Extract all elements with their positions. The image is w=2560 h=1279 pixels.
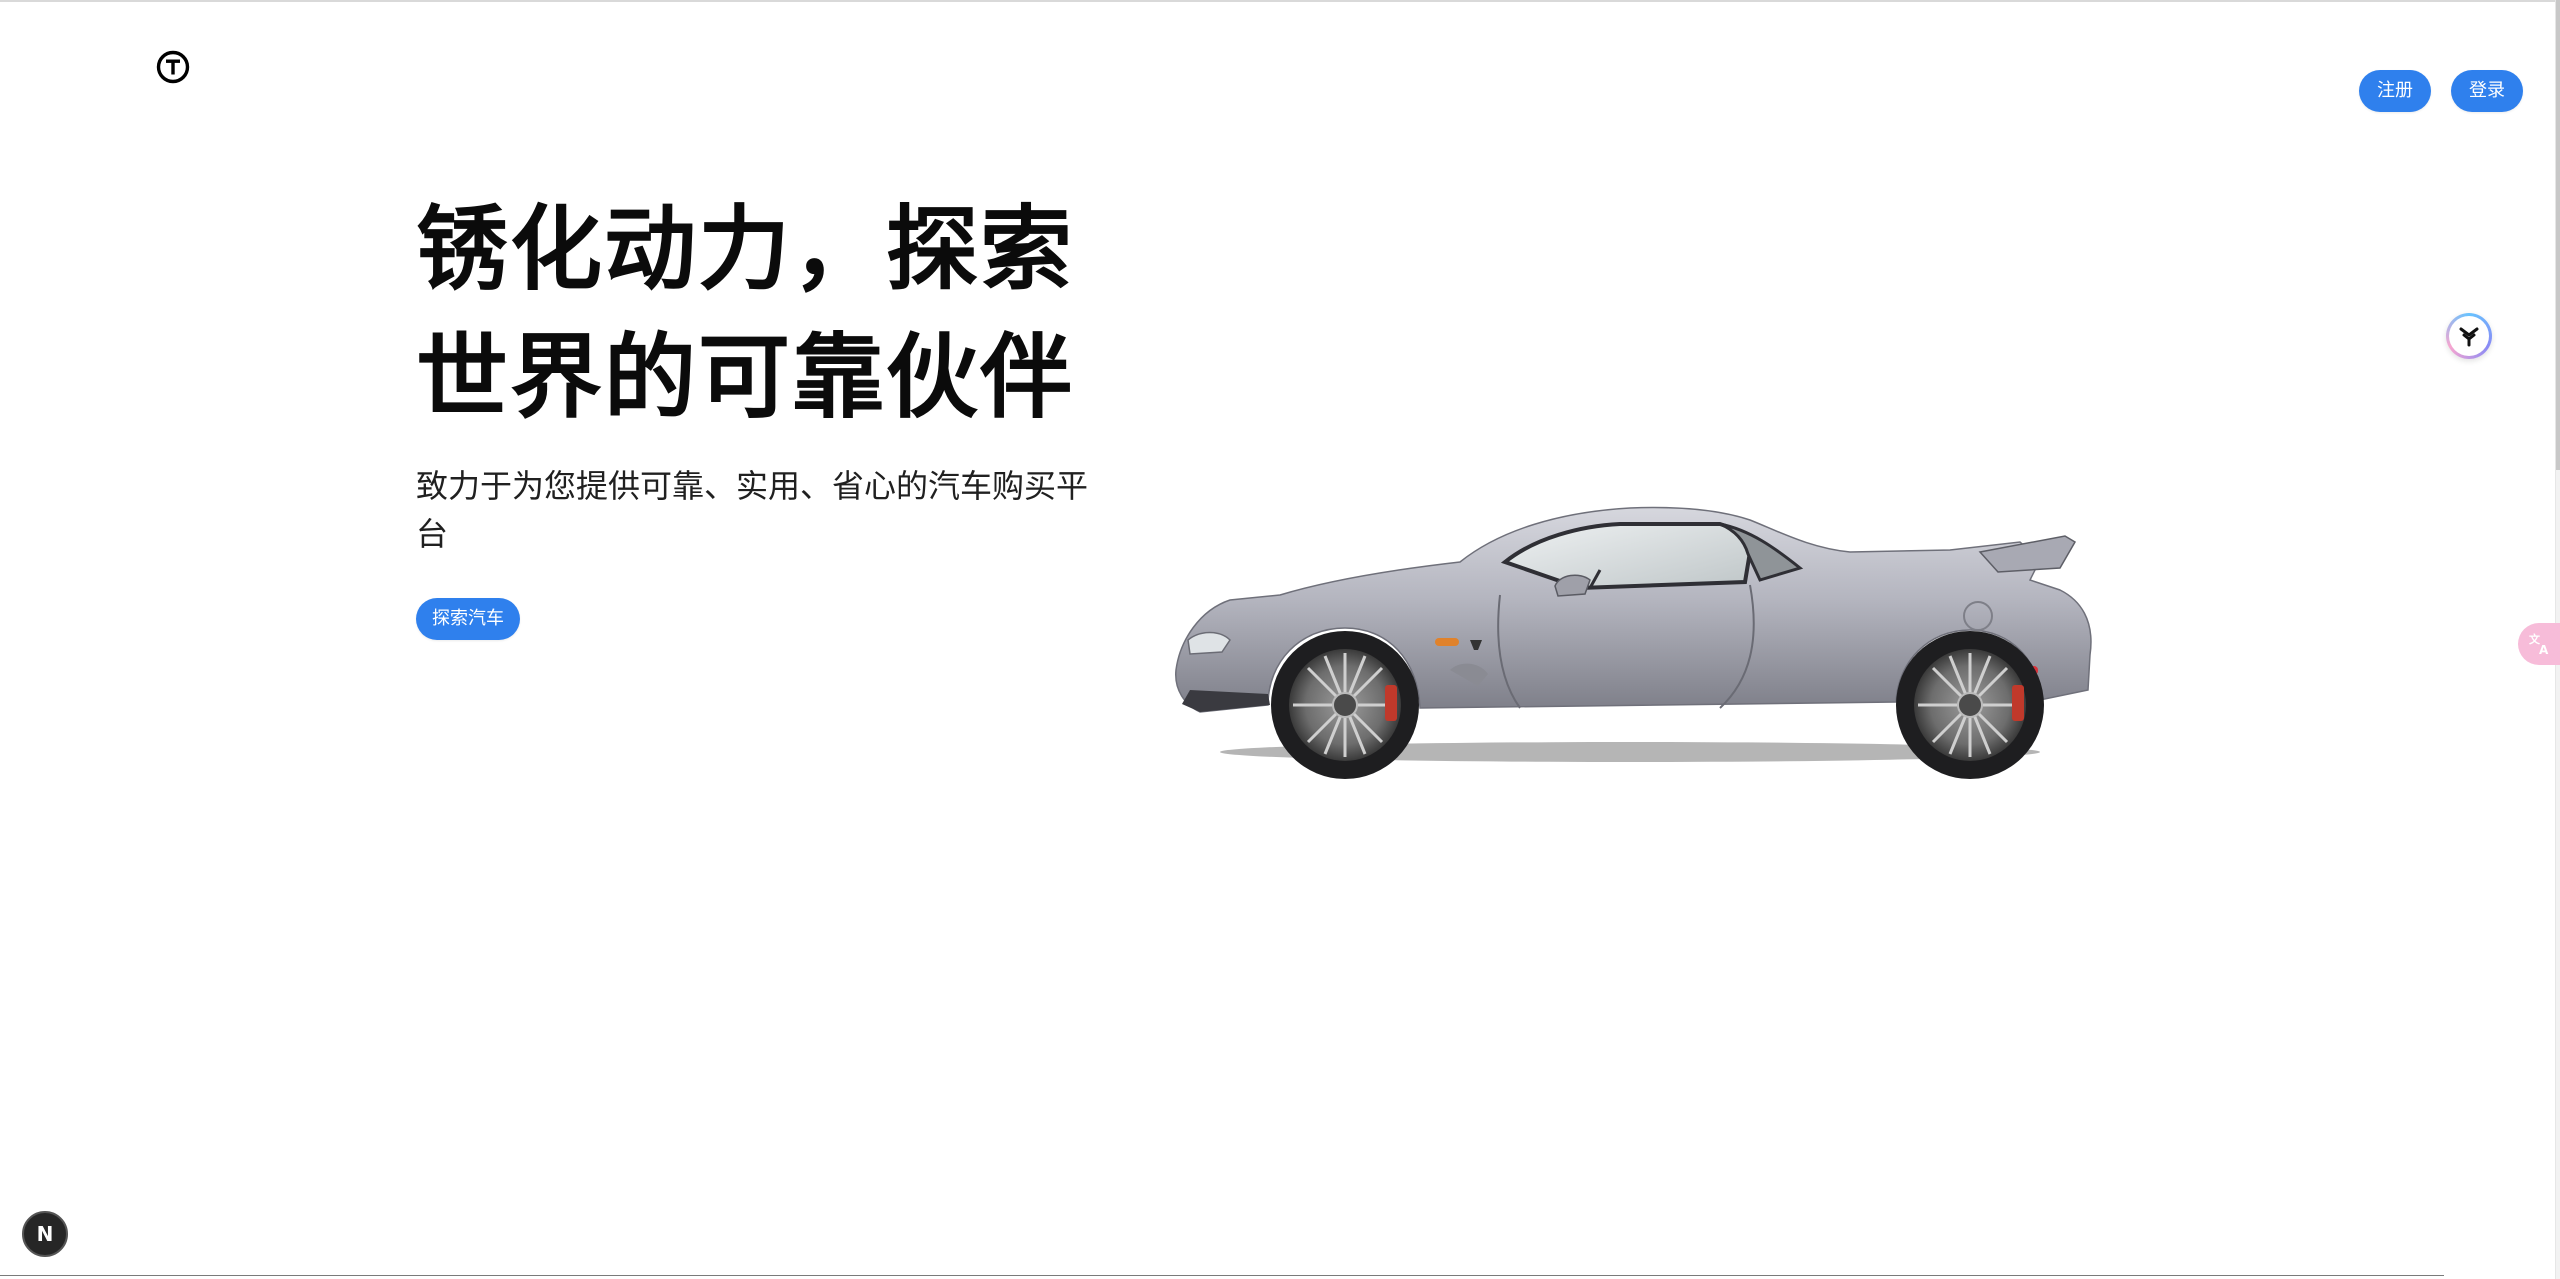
hero-title-line-1: 锈化动力，探索: [416, 196, 1075, 303]
assistant-glyph-icon: [2459, 327, 2479, 347]
header-actions: 注册 登录: [2359, 70, 2523, 112]
circled-t-logo-icon[interactable]: [156, 50, 190, 84]
hero-title-line-2: 世界的可靠伙伴: [416, 324, 1075, 431]
assistant-icon[interactable]: [2446, 313, 2492, 359]
translate-glyph-icon: 文 A: [2529, 632, 2549, 656]
register-button[interactable]: 注册: [2359, 70, 2431, 112]
login-button[interactable]: 登录: [2451, 70, 2523, 112]
translate-icon[interactable]: 文 A: [2518, 623, 2560, 665]
bottom-border: [0, 1275, 2444, 1276]
explore-cars-button[interactable]: 探索汽车: [416, 598, 520, 640]
svg-text:A: A: [2539, 643, 2549, 656]
assistant-icon-inner: [2449, 316, 2489, 356]
top-border: [0, 0, 2560, 2]
next-badge-letter: N: [36, 1222, 54, 1246]
nextjs-dev-badge-icon[interactable]: N: [22, 1211, 68, 1257]
hero-title: 锈化动力，探索 世界的可靠伙伴: [416, 186, 1136, 442]
hero-subtitle: 致力于为您提供可靠、实用、省心的汽车购买平台: [416, 467, 1089, 553]
hero-section: 锈化动力，探索 世界的可靠伙伴 致力于为您提供可靠、实用、省心的汽车购买平台 探…: [416, 186, 1136, 640]
silver-sports-car-image: [1160, 490, 2100, 800]
scrollbar-thumb[interactable]: [2556, 0, 2560, 470]
